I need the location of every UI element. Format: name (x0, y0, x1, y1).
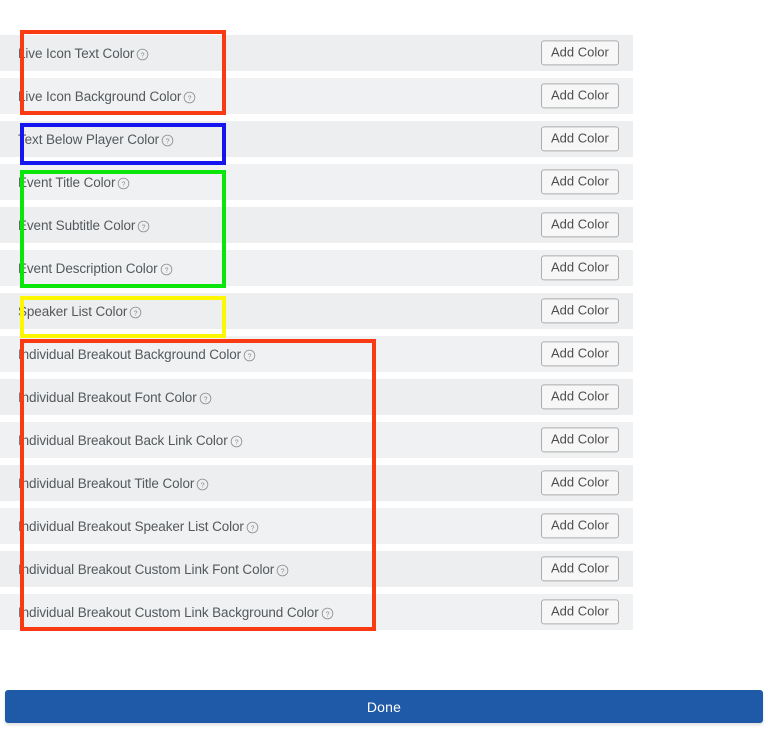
add-color-button[interactable]: Add Color (541, 384, 619, 410)
add-color-button[interactable]: Add Color (541, 40, 619, 66)
add-color-button[interactable]: Add Color (541, 470, 619, 496)
svg-text:?: ? (142, 224, 146, 231)
add-color-button[interactable]: Add Color (541, 169, 619, 195)
setting-label-text: Individual Breakout Custom Link Backgrou… (18, 604, 319, 620)
setting-label: Event Title Color? (0, 175, 130, 190)
setting-row: Event Description Color? Add Color (0, 250, 633, 286)
add-color-button[interactable]: Add Color (541, 212, 619, 238)
color-settings-page: Live Icon Text Color? Add Color Live Icon … (0, 0, 768, 754)
question-circle-icon[interactable]: ? (161, 134, 174, 147)
setting-label-text: Event Subtitle Color (18, 217, 136, 233)
question-circle-icon[interactable]: ? (136, 48, 149, 61)
svg-text:?: ? (234, 439, 238, 446)
question-circle-icon[interactable]: ? (246, 521, 259, 534)
question-circle-icon[interactable]: ? (321, 607, 334, 620)
setting-label-text: Individual Breakout Title Color (18, 475, 195, 491)
svg-text:?: ? (134, 310, 138, 317)
add-color-button[interactable]: Add Color (541, 599, 619, 625)
setting-label: Individual Breakout Title Color? (0, 476, 209, 491)
svg-text:?: ? (248, 353, 252, 360)
setting-label-text: Text Below Player Color (18, 131, 160, 147)
setting-label-text: Individual Breakout Speaker List Color (18, 518, 244, 534)
svg-text:?: ? (250, 525, 254, 532)
add-color-button[interactable]: Add Color (541, 513, 619, 539)
setting-label-text: Individual Breakout Font Color (18, 389, 197, 405)
add-color-button[interactable]: Add Color (541, 83, 619, 109)
svg-text:?: ? (164, 267, 168, 274)
setting-label-text: Individual Breakout Back Link Color (18, 432, 228, 448)
svg-text:?: ? (281, 568, 285, 575)
setting-label: Event Subtitle Color? (0, 218, 150, 233)
setting-label: Individual Breakout Back Link Color? (0, 433, 243, 448)
question-circle-icon[interactable]: ? (160, 263, 173, 276)
setting-label: Individual Breakout Custom Link Backgrou… (0, 605, 334, 620)
svg-text:?: ? (141, 52, 145, 59)
setting-row: Speaker List Color? Add Color (0, 293, 633, 329)
setting-label-text: Live Icon Text Color (18, 45, 135, 61)
setting-row: Individual Breakout Title Color? Add Colo… (0, 465, 633, 501)
setting-row: Live Icon Text Color? Add Color (0, 35, 633, 71)
setting-label-text: Event Title Color (18, 174, 116, 190)
svg-text:?: ? (122, 181, 126, 188)
add-color-button[interactable]: Add Color (541, 255, 619, 281)
add-color-button[interactable]: Add Color (541, 298, 619, 324)
svg-text:?: ? (188, 95, 192, 102)
setting-label: Individual Breakout Font Color? (0, 390, 212, 405)
setting-label-text: Individual Breakout Background Color (18, 346, 242, 362)
svg-text:?: ? (203, 396, 207, 403)
setting-label: Event Description Color? (0, 261, 173, 276)
setting-label-text: Individual Breakout Custom Link Font Col… (18, 561, 275, 577)
question-circle-icon[interactable]: ? (117, 177, 130, 190)
setting-row: Event Title Color? Add Color (0, 164, 633, 200)
setting-row: Event Subtitle Color? Add Color (0, 207, 633, 243)
setting-label: Text Below Player Color? (0, 132, 174, 147)
setting-row: Text Below Player Color? Add Color (0, 121, 633, 157)
add-color-button[interactable]: Add Color (541, 126, 619, 152)
setting-label: Individual Breakout Custom Link Font Col… (0, 562, 289, 577)
svg-text:?: ? (201, 482, 205, 489)
setting-row: Individual Breakout Background Color? Add… (0, 336, 633, 372)
svg-text:?: ? (325, 611, 329, 618)
setting-row: Individual Breakout Custom Link Backgrou… (0, 594, 633, 630)
setting-row: Individual Breakout Font Color? Add Color (0, 379, 633, 415)
question-circle-icon[interactable]: ? (243, 349, 256, 362)
question-circle-icon[interactable]: ? (183, 91, 196, 104)
setting-label-text: Live Icon Background Color (18, 88, 182, 104)
question-circle-icon[interactable]: ? (276, 564, 289, 577)
setting-label: Live Icon Background Color? (0, 89, 196, 104)
done-button[interactable]: Done (5, 690, 763, 723)
question-circle-icon[interactable]: ? (137, 220, 150, 233)
question-circle-icon[interactable]: ? (129, 306, 142, 319)
setting-label: Individual Breakout Background Color? (0, 347, 256, 362)
add-color-button[interactable]: Add Color (541, 427, 619, 453)
question-circle-icon[interactable]: ? (230, 435, 243, 448)
color-settings-list: Live Icon Text Color? Add Color Live Icon … (0, 35, 768, 637)
svg-text:?: ? (166, 138, 170, 145)
setting-label: Live Icon Text Color? (0, 46, 149, 61)
setting-row: Individual Breakout Speaker List Color? A… (0, 508, 633, 544)
add-color-button[interactable]: Add Color (541, 556, 619, 582)
setting-label: Speaker List Color? (0, 304, 142, 319)
question-circle-icon[interactable]: ? (199, 392, 212, 405)
setting-label-text: Speaker List Color (18, 303, 128, 319)
setting-row: Individual Breakout Custom Link Font Col… (0, 551, 633, 587)
add-color-button[interactable]: Add Color (541, 341, 619, 367)
setting-label: Individual Breakout Speaker List Color? (0, 519, 259, 534)
setting-row: Individual Breakout Back Link Color? Add … (0, 422, 633, 458)
question-circle-icon[interactable]: ? (196, 478, 209, 491)
setting-label-text: Event Description Color (18, 260, 158, 276)
setting-row: Live Icon Background Color? Add Color (0, 78, 633, 114)
